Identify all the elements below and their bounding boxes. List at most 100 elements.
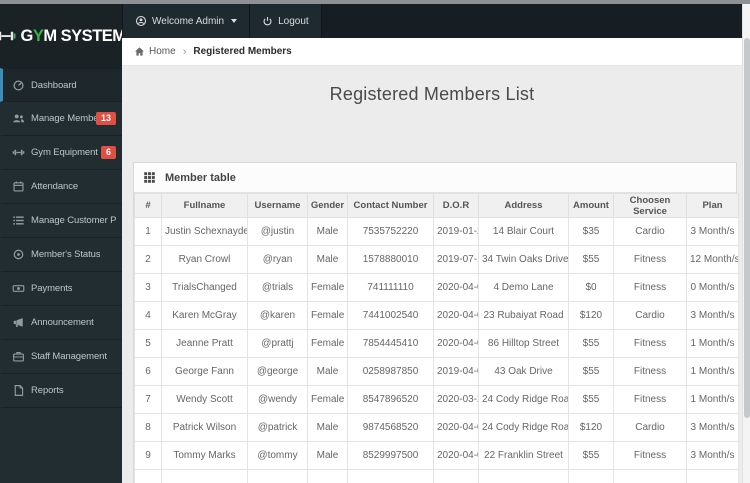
table-cell: Justin Schexnayder <box>161 217 248 246</box>
table-cell: 7441002540 <box>347 301 434 330</box>
table-cell: Male <box>307 217 348 246</box>
table-cell: Female <box>307 301 348 330</box>
table-row: 7 Wendy Scott @wendy Female 8547896520 2020-0… <box>134 385 739 414</box>
table-cell: Cardio <box>613 301 687 330</box>
sidebar-item-manage-members[interactable]: Manage Members 13 <box>0 102 122 136</box>
table-cell: 7854445410 <box>347 329 434 358</box>
caret-down-icon <box>231 19 238 23</box>
table-cell: Ryan Crowl <box>161 245 248 274</box>
breadcrumb-home-label: Home <box>149 46 176 57</box>
table-cell: 14 Blair Court <box>478 217 569 246</box>
table-cell: Fitness <box>613 441 687 470</box>
sidebar-item-label: Announcement <box>31 317 94 328</box>
table-cell: 3 Month/s <box>686 217 739 246</box>
table-cell: 2020-04-02 <box>433 301 479 330</box>
breadcrumb: Home › Registered Members <box>122 38 742 66</box>
table-cell: 3 Month/s <box>686 413 739 442</box>
table-cell: Tommy Marks <box>161 441 248 470</box>
table-cell: 9 <box>134 441 162 470</box>
app-logo[interactable]: GYM SYSTEM <box>0 4 126 68</box>
table-cell <box>347 469 434 483</box>
table-grid-icon <box>143 171 156 184</box>
sidebar-item-attendance[interactable]: Attendance <box>0 170 122 204</box>
briefcase-icon <box>11 350 25 364</box>
sidebar-item-label: Manage Members <box>31 113 96 124</box>
table-row: 2Ryan Crowl@ryanMale15788800102019-07-13… <box>134 245 739 274</box>
table-cell: 2020-04-04 <box>433 329 479 358</box>
logout-button[interactable]: Logout <box>250 4 322 38</box>
table-cell: 741111110 <box>347 273 434 302</box>
table-cell: 8529997500 <box>347 441 434 470</box>
table-cell: @trials <box>247 273 308 302</box>
table-cell: $55 <box>568 329 614 358</box>
sidebar-item-label: Attendance <box>31 181 79 192</box>
table-cell: 1 Month/s <box>686 329 739 358</box>
table-cell: $120 <box>568 413 614 442</box>
sidebar-item-members-status[interactable]: Member's Status <box>0 238 122 272</box>
column-header: D.O.R <box>433 193 479 218</box>
table-cell: Female <box>307 385 348 414</box>
sidebar-item-announcement[interactable]: Announcement <box>0 306 122 340</box>
table-cell: @ryan <box>247 245 308 274</box>
table-cell: 4 <box>134 301 162 330</box>
members-table: # Fullname Username Gender Contact Numbe… <box>134 193 739 483</box>
table-cell: Cardio <box>613 413 687 442</box>
table-cell: 6 <box>134 357 162 386</box>
table-row: 4 Karen McGray @karen Female 7441002540 2020-… <box>134 301 739 330</box>
table-cell: 2019-01-25 <box>433 217 479 246</box>
table-cell: 3 <box>134 273 162 302</box>
table-cell: Male <box>307 245 348 274</box>
table-cell: $35 <box>568 217 614 246</box>
table-cell: Female <box>307 329 348 358</box>
table-cell: @prattj <box>247 329 308 358</box>
table-cell: 2020-04-02 <box>433 413 479 442</box>
dumbbell-icon <box>11 146 25 160</box>
table-cell: @justin <box>247 217 308 246</box>
equipment-count-badge: 6 <box>100 146 116 159</box>
table-cell: Fitness <box>613 273 687 302</box>
table-cell: 2020-04-01 <box>433 273 479 302</box>
table-cell: @wendy <box>247 385 308 414</box>
table-header-row: # Fullname Username Gender Contact Numbe… <box>134 193 739 218</box>
sidebar-item-label: Gym Equipment <box>31 147 98 158</box>
sidebar-item-manage-customer-progress[interactable]: Manage Customer Progress <box>0 204 122 238</box>
table-cell: 12 Month/s <box>686 245 739 274</box>
table-cell: Jeanne Pratt <box>161 329 248 358</box>
table-cell: $55 <box>568 385 614 414</box>
vertical-scrollbar[interactable] <box>742 4 750 483</box>
table-cell: 1 <box>134 217 162 246</box>
table-cell: TrialsChanged <box>161 273 248 302</box>
table-cell: @tommy <box>247 441 308 470</box>
dashboard-icon <box>11 78 25 92</box>
column-header: Choosen Service <box>613 193 687 218</box>
task-list-icon <box>11 214 25 228</box>
table-cell: @karen <box>247 301 308 330</box>
column-header: Plan <box>686 193 739 218</box>
scrollbar-thumb[interactable] <box>744 38 750 418</box>
table-cell: Male <box>307 413 348 442</box>
table-cell: $120 <box>568 301 614 330</box>
table-cell: 3 Month/s <box>686 441 739 470</box>
column-header: # <box>134 193 162 218</box>
table-cell: Cardio <box>613 217 687 246</box>
users-icon <box>11 112 25 126</box>
member-table-box-header: Member table <box>134 163 736 193</box>
logout-label: Logout <box>278 15 309 27</box>
sidebar-item-staff-management[interactable]: Staff Management <box>0 340 122 374</box>
breadcrumb-home-link[interactable]: Home <box>134 46 176 57</box>
table-row: 9 Tommy Marks @tommy Male 8529997500 2020-04-… <box>134 441 739 470</box>
table-cell <box>686 469 739 483</box>
user-icon <box>135 15 147 27</box>
user-menu-button[interactable]: Welcome Admin <box>122 4 251 38</box>
box-title: Member table <box>165 171 236 184</box>
column-header: Username <box>247 193 308 218</box>
sidebar-item-payments[interactable]: Payments <box>0 272 122 306</box>
column-header: Contact Number <box>347 193 434 218</box>
sidebar-item-dashboard[interactable]: Dashboard <box>0 68 122 102</box>
table-cell: George Fann <box>161 357 248 386</box>
table-cell <box>478 469 569 483</box>
column-header: Amount <box>568 193 614 218</box>
sidebar-item-gym-equipment[interactable]: Gym Equipment 6 <box>0 136 122 170</box>
column-header: Address <box>478 193 569 218</box>
sidebar-item-reports[interactable]: Reports <box>0 374 122 408</box>
